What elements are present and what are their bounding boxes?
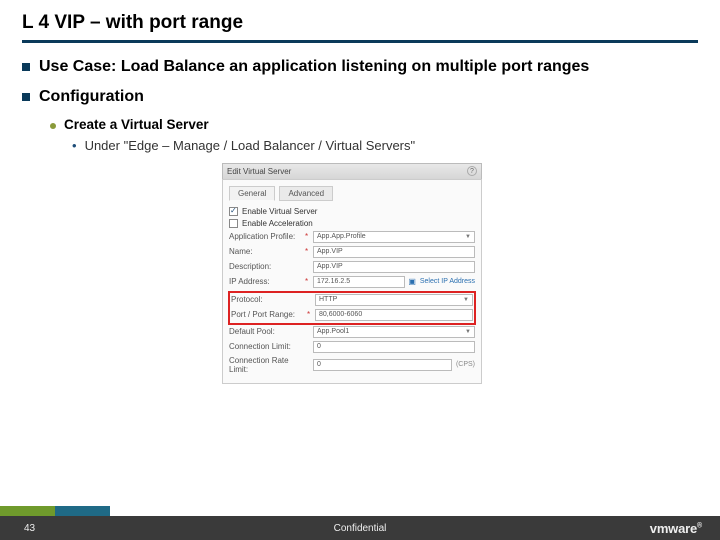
- tabs: General Advanced: [229, 186, 475, 201]
- select-ip-link[interactable]: Select IP Address: [420, 278, 475, 285]
- field-label: Connection Rate Limit:: [229, 356, 305, 374]
- required-icon: *: [305, 247, 313, 256]
- field-label: Connection Limit:: [229, 342, 305, 351]
- sub2-bullet-text: Under "Edge – Manage / Load Balancer / V…: [85, 138, 416, 153]
- square-bullet-icon: [22, 93, 30, 101]
- page-title: L 4 VIP – with port range: [22, 12, 698, 38]
- dialog-body: General Advanced Enable Virtual Server E…: [222, 179, 482, 384]
- row-name: Name: * App.VIP: [229, 246, 475, 258]
- sub-bullet-text: Create a Virtual Server: [64, 117, 209, 132]
- ip-input[interactable]: 172.16.2.5: [313, 276, 405, 288]
- field-value: App.App.Profile: [317, 233, 366, 240]
- field-label: Protocol:: [231, 295, 307, 304]
- chevron-down-icon: ▼: [463, 297, 469, 303]
- square-bullet-icon: [22, 63, 30, 71]
- row-conn-rate: Connection Rate Limit: 0 (CPS): [229, 356, 475, 374]
- dialog-titlebar: Edit Virtual Server ?: [222, 163, 482, 179]
- dot-bullet-icon: [50, 123, 56, 129]
- dot-bullet-icon: •: [72, 138, 77, 155]
- required-icon: *: [307, 310, 315, 319]
- field-label: Default Pool:: [229, 327, 305, 336]
- footer-bar: 43 Confidential vmware®: [0, 516, 720, 540]
- protocol-select[interactable]: HTTP ▼: [315, 294, 473, 306]
- required-icon: *: [305, 277, 313, 286]
- field-label: Application Profile:: [229, 232, 305, 241]
- bullet-text: Configuration: [39, 87, 144, 107]
- help-icon[interactable]: ?: [467, 166, 477, 176]
- chevron-down-icon: ▼: [465, 234, 471, 240]
- tab-advanced[interactable]: Advanced: [279, 186, 333, 201]
- bullet-text: Use Case: Load Balance an application li…: [39, 57, 589, 77]
- bullet-config: Configuration: [22, 87, 698, 107]
- conn-limit-input[interactable]: 0: [313, 341, 475, 353]
- pool-select[interactable]: App.Pool1 ▼: [313, 326, 475, 338]
- row-app-profile: Application Profile: * App.App.Profile ▼: [229, 231, 475, 243]
- sub-bullet-create: Create a Virtual Server: [50, 117, 698, 132]
- checkbox-enable-acc[interactable]: Enable Acceleration: [229, 219, 475, 228]
- field-label: Port / Port Range:: [231, 310, 307, 319]
- checkbox-label: Enable Virtual Server: [242, 207, 317, 216]
- field-label: IP Address:: [229, 277, 305, 286]
- dialog-title: Edit Virtual Server: [227, 167, 291, 176]
- port-input[interactable]: 80,6000-6060: [315, 309, 473, 321]
- row-port: Port / Port Range: * 80,6000-6060: [231, 309, 473, 321]
- chevron-down-icon: ▼: [465, 329, 471, 335]
- confidential-label: Confidential: [334, 523, 387, 534]
- sub2-bullet-under: • Under "Edge – Manage / Load Balancer /…: [72, 138, 698, 155]
- field-label: Description:: [229, 262, 305, 271]
- checkbox-label: Enable Acceleration: [242, 219, 313, 228]
- field-label: Name:: [229, 247, 305, 256]
- title-rule: [22, 40, 698, 43]
- field-value: App.Pool1: [317, 328, 349, 335]
- tab-general[interactable]: General: [229, 186, 275, 201]
- row-ip: IP Address: * 172.16.2.5 ▣ Select IP Add…: [229, 276, 475, 288]
- row-pool: Default Pool: App.Pool1 ▼: [229, 326, 475, 338]
- vmware-logo: vmware®: [650, 521, 702, 536]
- row-conn-limit: Connection Limit: 0: [229, 341, 475, 353]
- accent-bar-teal: [55, 506, 110, 516]
- dialog-screenshot: Edit Virtual Server ? General Advanced E…: [222, 163, 482, 384]
- highlight-box: Protocol: HTTP ▼ Port / Port Range: * 80…: [228, 291, 476, 325]
- bullet-usecase: Use Case: Load Balance an application li…: [22, 57, 698, 77]
- name-input[interactable]: App.VIP: [313, 246, 475, 258]
- checkbox-icon[interactable]: [229, 207, 238, 216]
- page-number: 43: [24, 523, 35, 534]
- field-value: HTTP: [319, 296, 337, 303]
- app-profile-select[interactable]: App.App.Profile ▼: [313, 231, 475, 243]
- row-protocol: Protocol: HTTP ▼: [231, 294, 473, 306]
- description-input[interactable]: App.VIP: [313, 261, 475, 273]
- row-description: Description: App.VIP: [229, 261, 475, 273]
- checkbox-enable-vs[interactable]: Enable Virtual Server: [229, 207, 475, 216]
- cps-hint: (CPS): [456, 361, 475, 368]
- required-icon: *: [305, 232, 313, 241]
- conn-rate-input[interactable]: 0: [313, 359, 452, 371]
- ip-picker-icon[interactable]: ▣: [408, 277, 416, 286]
- checkbox-icon[interactable]: [229, 219, 238, 228]
- accent-bar-green: [0, 506, 55, 516]
